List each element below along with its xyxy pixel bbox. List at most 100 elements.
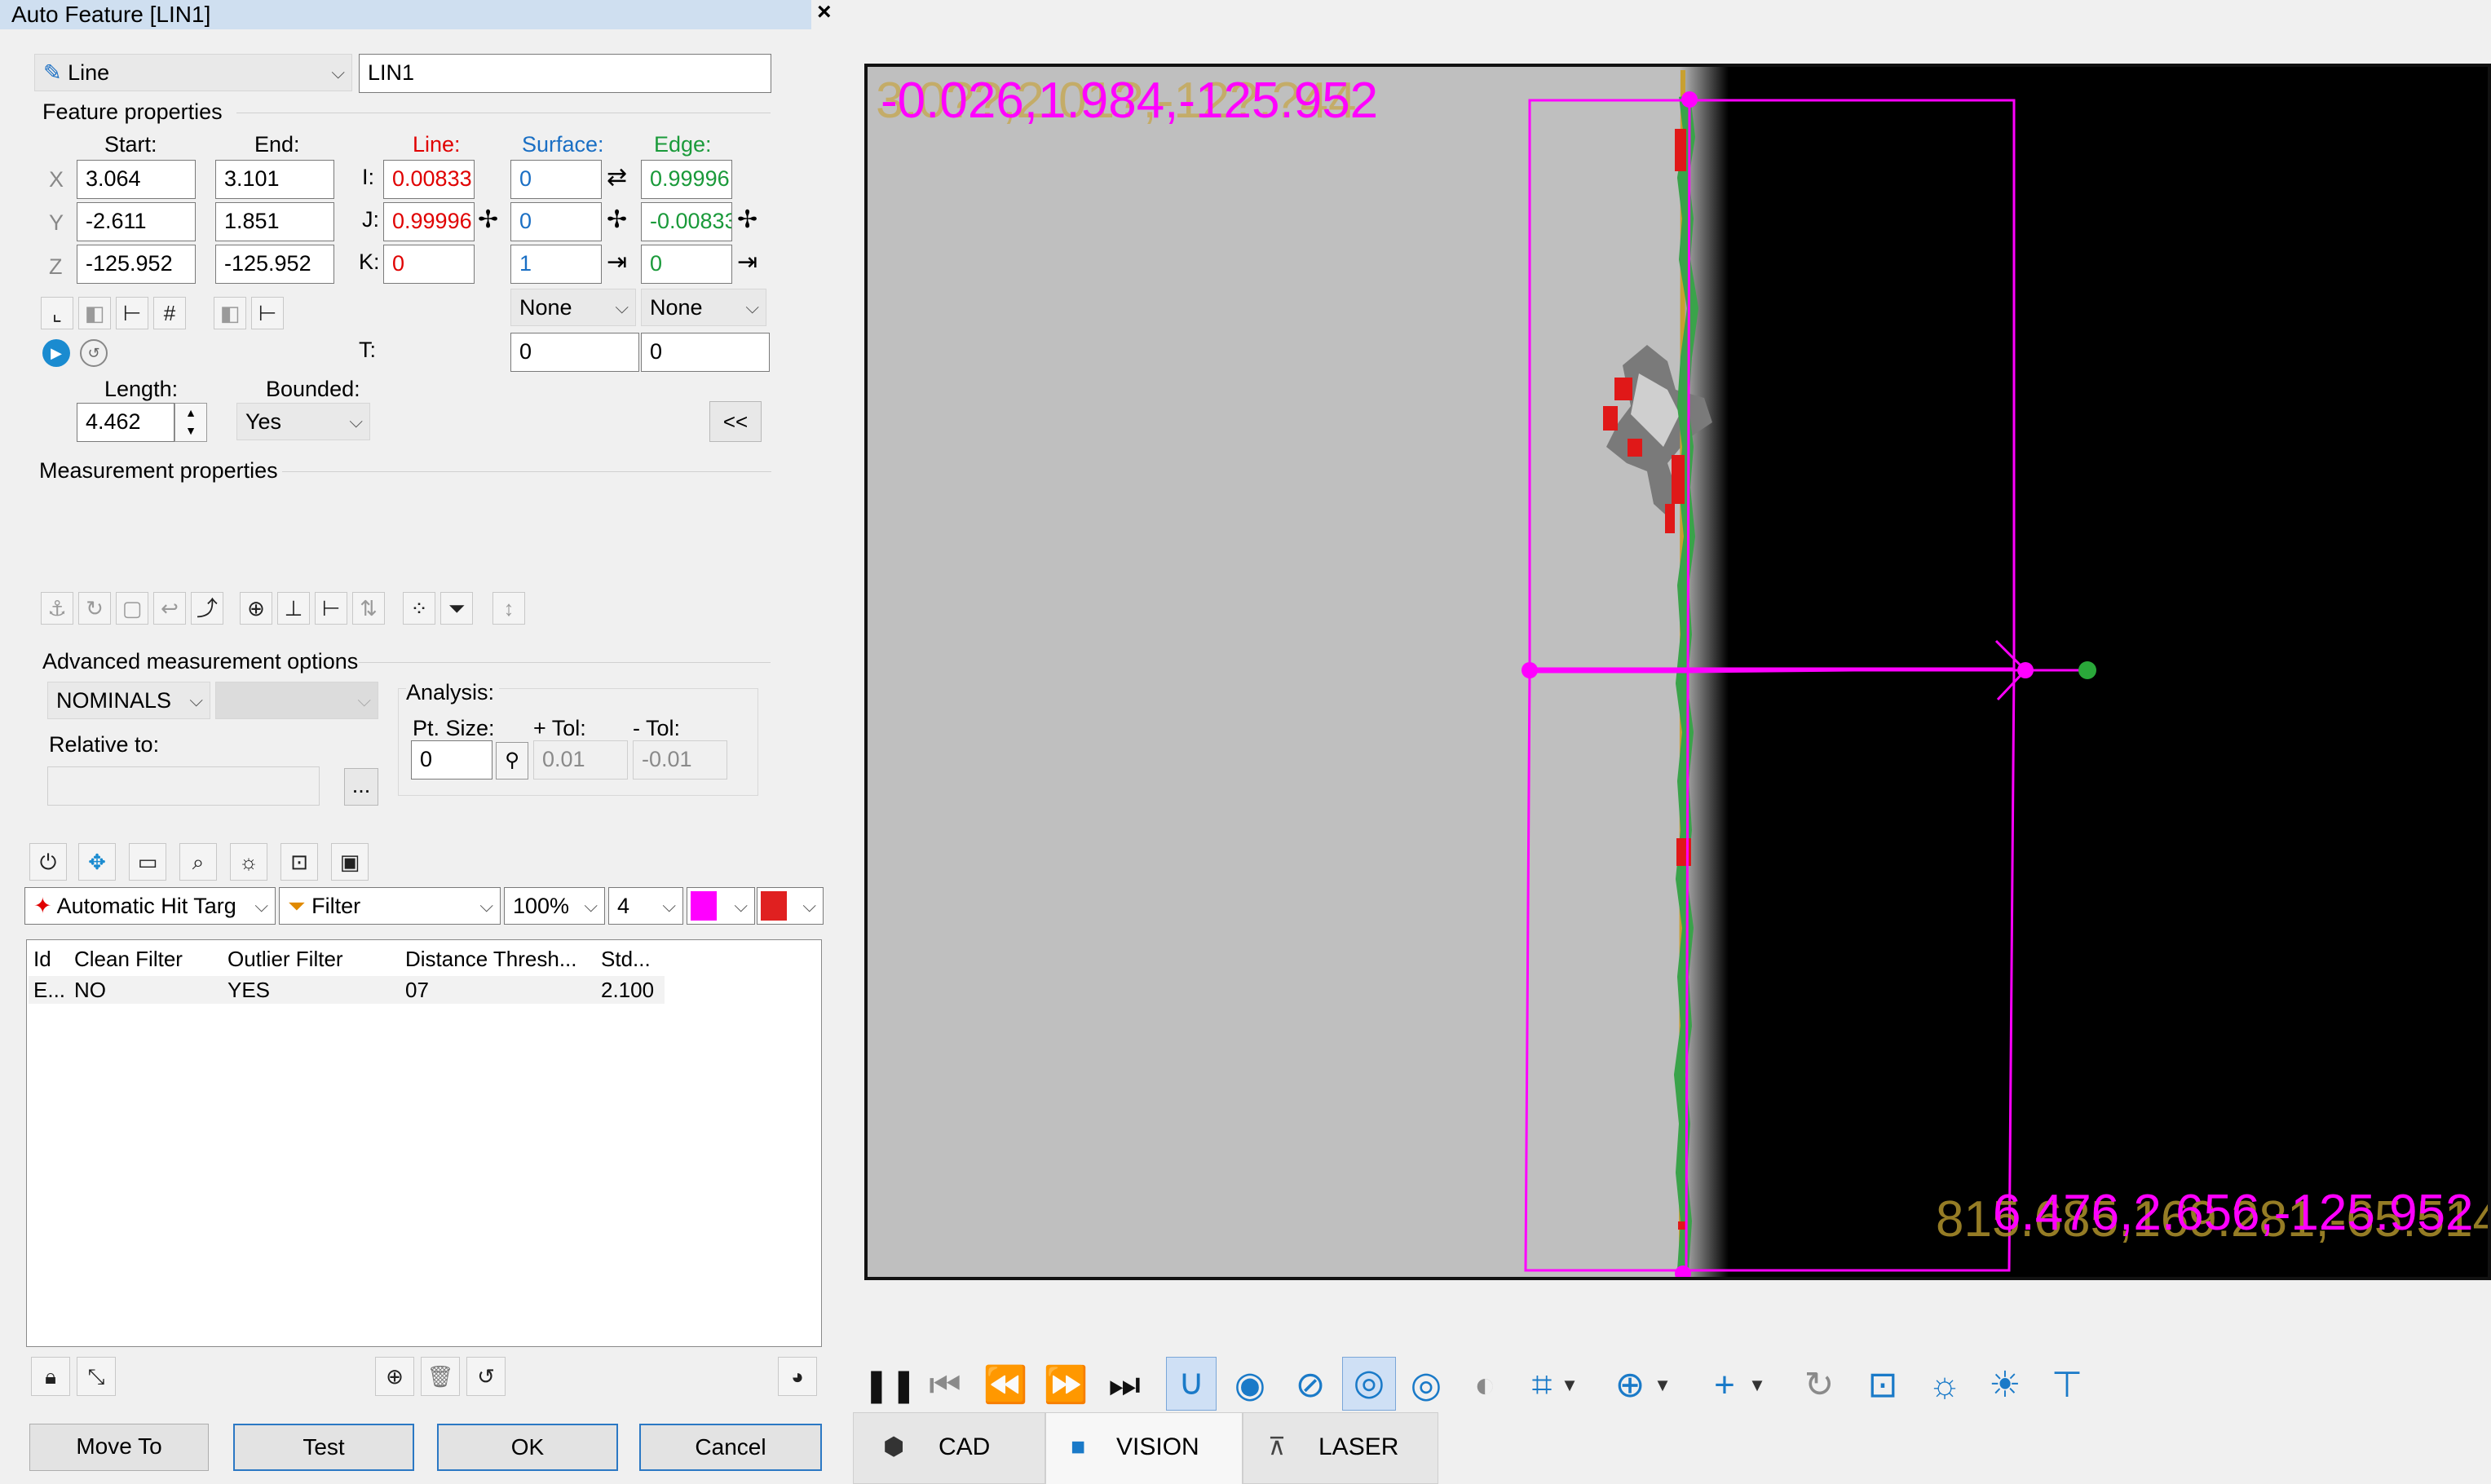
offset-icon[interactable]: ⊢ bbox=[315, 592, 347, 625]
t-surface-input[interactable]: 0 bbox=[510, 333, 639, 372]
collapse-button[interactable]: << bbox=[709, 401, 762, 442]
pt-size-input[interactable]: 0 bbox=[411, 740, 492, 780]
plus-tol-input[interactable]: 0.01 bbox=[533, 740, 628, 780]
color2-select[interactable]: ⌵ bbox=[757, 887, 824, 925]
relative-to-input[interactable] bbox=[47, 766, 320, 806]
feature-name-input[interactable]: LIN1 bbox=[359, 54, 771, 93]
sheet-icon[interactable]: ▢ bbox=[116, 592, 148, 625]
camera-icon[interactable]: ▣ bbox=[331, 843, 369, 881]
fast-forward-icon[interactable]: ⏩ bbox=[1042, 1362, 1089, 1409]
pie-icon[interactable]: ◕ bbox=[778, 1357, 817, 1396]
add-point-icon[interactable]: + bbox=[1701, 1362, 1748, 1409]
chevron-down-icon[interactable]: ▼ bbox=[1557, 1362, 1582, 1409]
length-input[interactable]: 4.462 bbox=[77, 403, 174, 442]
grid-icon[interactable]: # bbox=[153, 297, 186, 329]
return-icon[interactable]: ↩ bbox=[153, 592, 186, 625]
funnel-icon[interactable]: ⏷ bbox=[440, 592, 473, 625]
surface-k-input[interactable]: 1 bbox=[510, 245, 602, 284]
edge-k-input[interactable]: 0 bbox=[641, 245, 732, 284]
anchor-icon[interactable]: ⚓ bbox=[41, 592, 73, 625]
start-x-input[interactable]: 3.064 bbox=[77, 160, 196, 199]
zoom-select[interactable]: 100% ⌵ bbox=[504, 887, 605, 925]
line-j-input[interactable]: 0.99996 bbox=[383, 202, 475, 241]
bounded-select[interactable]: Yes ⌵ bbox=[236, 403, 370, 440]
tab-vision[interactable]: ■ VISION bbox=[1045, 1412, 1243, 1484]
edge-mode-select[interactable]: None ⌵ bbox=[641, 289, 766, 326]
t-edge-input[interactable]: 0 bbox=[641, 333, 770, 372]
history-icon[interactable]: ↺ bbox=[80, 339, 108, 367]
surface-j-input[interactable]: 0 bbox=[510, 202, 602, 241]
cancel-button[interactable]: Cancel bbox=[639, 1424, 822, 1471]
ok-button[interactable]: OK bbox=[437, 1424, 618, 1471]
axes-icon[interactable]: ⌞ bbox=[41, 297, 73, 329]
target-icon[interactable]: ⊕ bbox=[240, 592, 272, 625]
close-button[interactable]: × bbox=[817, 0, 832, 26]
test-button[interactable]: Test bbox=[233, 1424, 414, 1471]
end-point-icon[interactable]: ⊢ bbox=[251, 297, 284, 329]
flip-line-icon[interactable]: ✢ bbox=[478, 205, 498, 234]
image-icon[interactable]: ▭ bbox=[129, 843, 166, 881]
end-x-input[interactable]: 3.101 bbox=[215, 160, 334, 199]
edge-i-input[interactable]: 0.99996 bbox=[641, 160, 732, 199]
rotate-view-icon[interactable]: ↻ bbox=[1795, 1362, 1843, 1409]
start-y-input[interactable]: -2.611 bbox=[77, 202, 196, 241]
lock-icon[interactable]: 🔒︎ bbox=[31, 1357, 70, 1396]
tab-laser[interactable]: ⊼ LASER bbox=[1243, 1412, 1438, 1484]
chevron-down-icon[interactable]: ▼ bbox=[1745, 1362, 1769, 1409]
focus-icon[interactable]: ⊡ bbox=[280, 843, 318, 881]
target-view-icon[interactable]: ◎ bbox=[1342, 1357, 1396, 1411]
surface-i-input[interactable]: 0 bbox=[510, 160, 602, 199]
swap-icon[interactable]: ⇄ bbox=[607, 163, 627, 192]
line-i-input[interactable]: 0.00833 bbox=[383, 160, 475, 199]
aperture-icon[interactable]: ◉ bbox=[1226, 1362, 1274, 1409]
start-z-input[interactable]: -125.952 bbox=[77, 245, 196, 284]
target-lock-icon[interactable]: ◎ bbox=[1402, 1362, 1450, 1409]
zoom-in-icon[interactable]: ⊕ bbox=[1606, 1362, 1654, 1409]
column-header[interactable]: Id bbox=[33, 947, 51, 972]
line-k-input[interactable]: 0 bbox=[383, 245, 475, 284]
depth-icon[interactable]: ⊥ bbox=[277, 592, 310, 625]
chart-points-icon[interactable]: ⤴ bbox=[191, 592, 223, 625]
reset-icon[interactable]: ↺ bbox=[466, 1357, 506, 1396]
read-surface-icon[interactable]: ◧ bbox=[78, 297, 111, 329]
feature-type-select[interactable]: ✎ Line ⌵ bbox=[34, 54, 352, 91]
read-end-icon[interactable]: ◧ bbox=[214, 297, 246, 329]
delete-icon[interactable]: 🗑︎ bbox=[421, 1357, 460, 1396]
add-icon[interactable]: ⊕ bbox=[375, 1357, 414, 1396]
height-icon[interactable]: ↕ bbox=[492, 592, 525, 625]
hit-target-mode-select[interactable]: ✦ Automatic Hit Targ ⌵ bbox=[24, 887, 276, 925]
browse-button[interactable]: ... bbox=[344, 768, 378, 806]
column-header[interactable]: Outlier Filter bbox=[227, 947, 343, 972]
rewind-icon[interactable]: ⏪ bbox=[982, 1362, 1029, 1409]
move-to-button[interactable]: Move To bbox=[29, 1424, 209, 1471]
droplet-icon[interactable]: ◐ bbox=[1461, 1362, 1508, 1409]
flip-surface-icon[interactable]: ✢ bbox=[607, 205, 627, 234]
rotate-icon[interactable]: ↻ bbox=[78, 592, 111, 625]
spacing-icon[interactable]: ⇅ bbox=[352, 592, 385, 625]
flip-edge-icon[interactable]: ✢ bbox=[737, 205, 757, 234]
scatter-icon[interactable]: ⁘ bbox=[403, 592, 435, 625]
minus-tol-input[interactable]: -0.01 bbox=[633, 740, 727, 780]
bulb-icon[interactable]: ☀ bbox=[1981, 1362, 2029, 1409]
vision-viewport[interactable]: 3.0??,2.01?,-12?.?44 -0.026,1.984,-125.9… bbox=[864, 64, 2491, 1280]
chevron-down-icon[interactable]: ▼ bbox=[1650, 1362, 1675, 1409]
column-header[interactable]: Clean Filter bbox=[74, 947, 183, 972]
end-z-input[interactable]: -125.952 bbox=[215, 245, 334, 284]
surface-mode-select[interactable]: None ⌵ bbox=[510, 289, 636, 326]
nominals-select[interactable]: NOMINALS ⌵ bbox=[47, 682, 210, 719]
point-line-icon[interactable]: ⊢ bbox=[116, 297, 148, 329]
edge-j-input[interactable]: -0.00833 bbox=[641, 202, 732, 241]
zoom-icon[interactable]: ⌕ bbox=[179, 843, 217, 881]
bulb-icon[interactable]: ☼ bbox=[230, 843, 267, 881]
pause-icon[interactable]: ❚❚ bbox=[863, 1362, 917, 1409]
bulb-flash-icon[interactable]: ☼ bbox=[1921, 1362, 1968, 1409]
skip-back-icon[interactable]: ⏮ bbox=[921, 1362, 969, 1409]
magnet-icon[interactable]: ∪ bbox=[1166, 1357, 1217, 1411]
find-surface-icon[interactable]: ⇥ bbox=[607, 248, 627, 276]
shrink-icon[interactable]: ⤡ bbox=[77, 1357, 116, 1396]
column-header[interactable]: Std... bbox=[601, 947, 651, 972]
filter-select[interactable]: ⏷ Filter ⌵ bbox=[279, 887, 501, 925]
table-row[interactable]: E... NO YES 07 2.100 bbox=[29, 976, 665, 1004]
column-header[interactable]: Distance Thresh... bbox=[405, 947, 577, 972]
compass-icon[interactable]: ⊘ bbox=[1287, 1362, 1334, 1409]
